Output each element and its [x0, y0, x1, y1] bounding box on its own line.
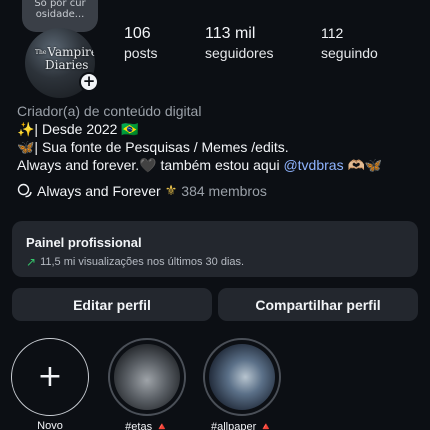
chat-bubbles-icon [17, 183, 32, 197]
pro-panel-title: Painel profissional [26, 235, 142, 250]
community-link[interactable]: Always and Forever ⚜ 384 membros [17, 182, 267, 199]
highlight-image-1 [114, 344, 180, 410]
highlight-cover-1[interactable] [108, 338, 186, 416]
professional-dashboard[interactable]: Painel profissional ↗ 11,5 mi visualizaç… [12, 221, 418, 277]
bio-line-2: 🦋| Sua fonte de Pesquisas / Memes /edits… [17, 139, 289, 155]
edit-profile-button[interactable]: Editar perfil [12, 288, 212, 321]
bio-line-3-text: Always and forever.🖤 também estou aqui [17, 157, 284, 173]
following-label: seguindo [321, 45, 378, 61]
fleur-de-lis-icon: ⚜ [164, 182, 178, 198]
share-profile-button[interactable]: Compartilhar perfil [218, 288, 418, 321]
community-members: 384 membros [181, 182, 267, 199]
stat-posts[interactable]: 106 posts [124, 25, 157, 61]
pro-panel-views: 11,5 mi visualizações nos últimos 30 dia… [40, 256, 245, 268]
bio-mention-link[interactable]: @tvdbras [283, 157, 343, 173]
note-text: Só por cur osidade... [34, 0, 86, 20]
bio-category: Criador(a) de conteúdo digital [17, 103, 202, 119]
profile-bio: Criador(a) de conteúdo digital ✨| Desde … [17, 102, 417, 174]
highlight-label-new: Novo [37, 420, 63, 430]
followers-label: seguidores [205, 45, 274, 61]
community-name: Always and Forever [37, 182, 161, 199]
add-story-icon[interactable]: + [79, 72, 99, 92]
bio-line-3: Always and forever.🖤 também estou aqui @… [17, 156, 417, 174]
avatar-artwork-title: TheVampire Diaries [35, 45, 95, 72]
pro-panel-subtitle: ↗ 11,5 mi visualizações nos últimos 30 d… [26, 255, 418, 269]
posts-label: posts [124, 45, 158, 61]
new-highlight-button[interactable]: + [11, 338, 89, 416]
trending-up-icon: ↗ [26, 255, 37, 269]
highlight-image-2 [209, 344, 275, 410]
plus-icon: + [37, 359, 63, 394]
following-count: 112 [321, 25, 344, 41]
highlight-label-2: #allpaper 🔺 [210, 421, 273, 430]
stat-following[interactable]: 112 seguindo [321, 25, 378, 61]
highlight-label-1: #etas 🔺 [125, 421, 169, 430]
posts-count: 106 [124, 25, 151, 42]
highlight-cover-2[interactable] [203, 338, 281, 416]
bio-line-1: ✨| Desde 2022 🇧🇷 [17, 121, 139, 137]
stat-followers[interactable]: 113 mil seguidores [205, 25, 274, 61]
bio-line-3-suffix: 🫶🏼🦋 [343, 157, 383, 173]
followers-count: 113 mil [205, 25, 256, 42]
